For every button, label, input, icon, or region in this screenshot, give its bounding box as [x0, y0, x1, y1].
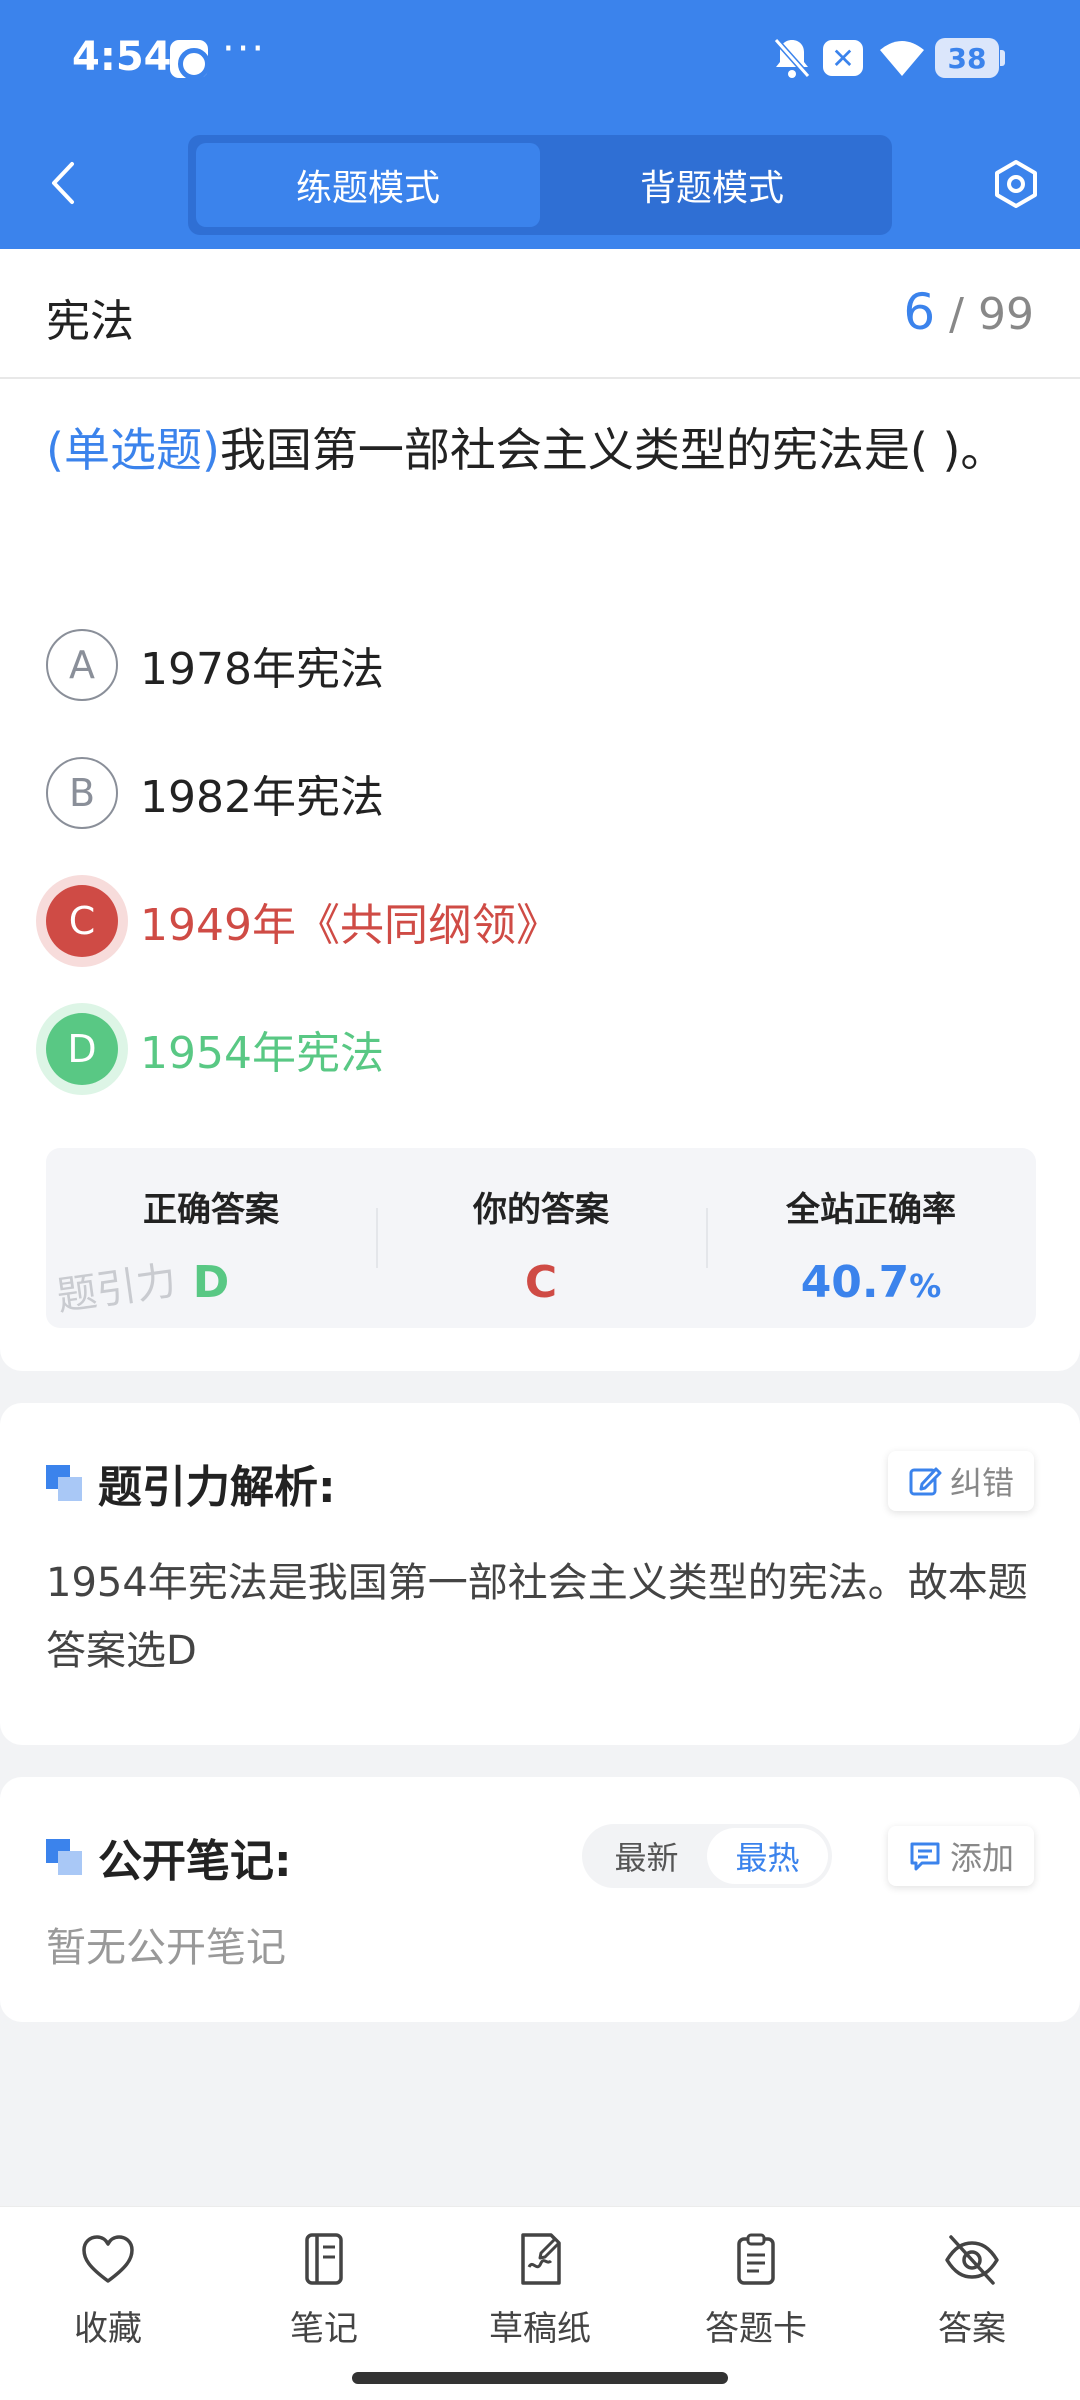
tab-memorize-mode[interactable]: 背题模式: [540, 143, 884, 227]
site-accuracy-label: 全站正确率: [786, 1190, 956, 1230]
your-answer-label: 你的答案: [473, 1190, 609, 1230]
your-answer-stat: 你的答案 C: [376, 1148, 706, 1328]
answer-stats: 正确答案 D 题引力 你的答案 C 全站正确率 40.7%: [46, 1148, 1036, 1328]
answer-sheet-icon: [737, 2233, 775, 2285]
settings-hexagon-icon: [995, 160, 1037, 208]
bottom-nav: 收藏 笔记 草稿纸 答题卡 答案: [0, 2206, 1080, 2400]
option-text: 1982年宪法: [140, 772, 384, 823]
nav-notes-label: 笔记: [290, 2309, 358, 2349]
close-notification-icon: ✕: [823, 40, 863, 76]
option-text: 1978年宪法: [140, 644, 384, 695]
nav-answer[interactable]: 答案: [864, 2207, 1080, 2400]
sort-hottest[interactable]: 最热: [707, 1828, 828, 1884]
option-b[interactable]: B 1982年宪法: [46, 753, 384, 833]
site-accuracy-unit: %: [909, 1267, 942, 1305]
analysis-text: 1954年宪法是我国第一部社会主义类型的宪法。故本题答案选D: [46, 1560, 1028, 1674]
status-bar: 4:54 ··· ✕ 38: [0, 0, 1080, 120]
progress-separator: /: [949, 289, 964, 340]
option-d[interactable]: D 1954年宪法: [46, 1009, 384, 1089]
chevron-left-icon: [52, 162, 74, 204]
question-progress: 6 / 99: [903, 283, 1034, 341]
settings-button[interactable]: [990, 158, 1042, 210]
question-card: 宪法 6 / 99 (单选题)我国第一部社会主义类型的宪法是( )。 A 197…: [0, 249, 1080, 1371]
back-button[interactable]: [40, 158, 90, 208]
subject-title: 宪法: [46, 296, 134, 347]
progress-total: 99: [978, 289, 1034, 340]
correct-answer-stat: 正确答案 D 题引力: [46, 1148, 376, 1328]
tab-practice-mode[interactable]: 练题模式: [196, 143, 540, 227]
empty-notes-text: 暂无公开笔记: [46, 1925, 286, 1971]
report-error-label: 纠错: [949, 1464, 1014, 1502]
eye-off-icon: [945, 2235, 999, 2285]
mode-switch: 练题模式 背题模式: [188, 135, 892, 235]
analysis-title: 题引力解析:: [46, 1451, 336, 1515]
analysis-title-text: 题引力解析:: [98, 1462, 336, 1513]
site-accuracy-stat: 全站正确率 40.7%: [706, 1148, 1036, 1328]
sort-newest[interactable]: 最新: [586, 1828, 707, 1884]
bell-muted-icon: [770, 36, 814, 80]
question-text: (单选题)我国第一部社会主义类型的宪法是( )。: [46, 405, 1036, 495]
notebook-icon: [305, 2233, 343, 2285]
report-error-button[interactable]: 纠错: [887, 1451, 1034, 1511]
add-note-button[interactable]: 添加: [887, 1826, 1034, 1886]
analysis-card: 题引力解析: 纠错 1954年宪法是我国第一部社会主义类型的宪法。故本题答案选D: [0, 1403, 1080, 1745]
nav-answer-sheet-label: 答题卡: [705, 2309, 807, 2349]
section-squares-icon: [46, 1839, 82, 1875]
add-note-label: 添加: [949, 1839, 1014, 1877]
notes-title-text: 公开笔记:: [98, 1836, 292, 1887]
subject-row: 宪法 6 / 99: [0, 249, 1080, 379]
status-time: 4:54: [72, 34, 172, 80]
option-c[interactable]: C 1949年《共同纲领》: [46, 881, 560, 961]
option-letter: D: [46, 1013, 118, 1085]
heart-icon: [82, 2235, 134, 2283]
option-letter: C: [46, 885, 118, 957]
battery-icon: 38: [935, 38, 1005, 78]
notes-card: 公开笔记: 最新 最热 添加 暂无公开笔记: [0, 1777, 1080, 2022]
nav-favorite-label: 收藏: [74, 2309, 142, 2349]
nav-favorite[interactable]: 收藏: [0, 2207, 216, 2400]
correct-answer-label: 正确答案: [143, 1190, 279, 1230]
section-squares-icon: [46, 1465, 82, 1501]
nav-answer-label: 答案: [938, 2309, 1006, 2349]
your-answer-value: C: [524, 1257, 558, 1308]
question-body: 我国第一部社会主义类型的宪法是( )。: [219, 423, 1007, 477]
notes-title: 公开笔记:: [46, 1825, 292, 1889]
option-text: 1954年宪法: [140, 1028, 384, 1079]
more-notifications-icon: ···: [222, 26, 267, 72]
wifi-icon: [876, 36, 928, 80]
top-header: 4:54 ··· ✕ 38 练题模式 背题模式: [0, 0, 1080, 249]
home-indicator[interactable]: [352, 2372, 728, 2384]
site-accuracy-value: 40.7%: [706, 1257, 1036, 1308]
comment-icon: [910, 1842, 940, 1871]
app-notification-icon: [170, 40, 210, 80]
progress-current: 6: [903, 283, 936, 341]
nav-draft-paper-label: 草稿纸: [489, 2309, 591, 2349]
option-a[interactable]: A 1978年宪法: [46, 625, 384, 705]
option-text: 1949年《共同纲领》: [140, 900, 560, 951]
option-letter: A: [46, 629, 118, 701]
draft-paper-icon: [521, 2233, 561, 2285]
edit-icon: [909, 1467, 942, 1496]
question-type: (单选题): [46, 423, 220, 477]
option-letter: B: [46, 757, 118, 829]
site-accuracy-number: 40.7: [800, 1257, 910, 1308]
notes-sort-switch: 最新 最热: [582, 1824, 832, 1888]
